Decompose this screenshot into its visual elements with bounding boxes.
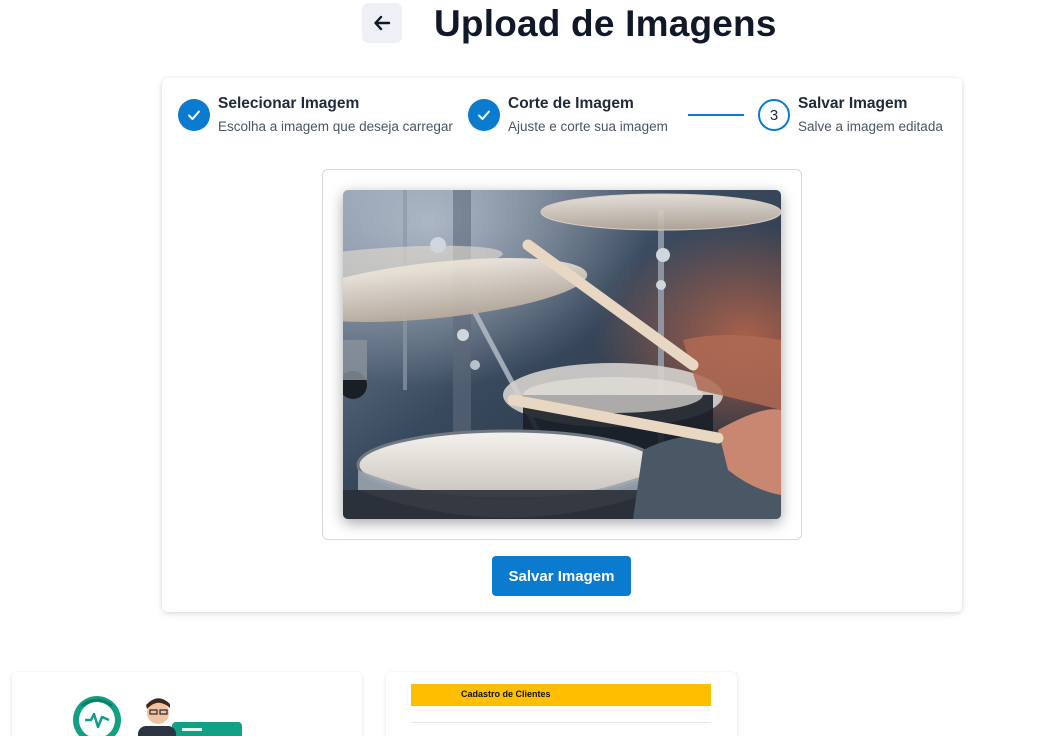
gallery-card-health[interactable] [12, 672, 362, 736]
clientes-banner: Cadastro de Clientes [411, 684, 711, 706]
check-icon [188, 110, 200, 120]
step-subtitle: Escolha a imagem que deseja carregar [218, 119, 453, 134]
page-header: Upload de Imagens [0, 0, 1061, 56]
page-title: Upload de Imagens [434, 3, 777, 44]
step-save-image[interactable]: 3 Salvar Imagem Salve a imagem editada [758, 78, 958, 148]
upload-card: Selecionar Imagem Escolha a imagem que d… [162, 78, 962, 612]
gallery-card-clientes[interactable]: Cadastro de Clientes [386, 672, 737, 736]
step-title: Selecionar Imagem [218, 95, 360, 112]
step-connector [688, 114, 744, 116]
check-icon [478, 110, 490, 120]
step-done-badge [178, 99, 210, 131]
step-crop-image[interactable]: Corte de Imagem Ajuste e corte sua image… [468, 78, 688, 148]
arrow-left-icon [374, 15, 391, 31]
back-button[interactable] [362, 3, 402, 43]
save-image-button[interactable]: Salvar Imagem [492, 556, 631, 596]
health-illustration [73, 696, 242, 736]
edited-image-preview [343, 190, 781, 519]
step-title: Salvar Imagem [798, 95, 908, 112]
step-subtitle: Salve a imagem editada [798, 119, 943, 134]
divider [411, 722, 711, 723]
image-preview-frame [322, 169, 802, 540]
step-title: Corte de Imagem [508, 95, 634, 112]
clientes-banner-label: Cadastro de Clientes [461, 689, 551, 699]
step-select-image[interactable]: Selecionar Imagem Escolha a imagem que d… [178, 78, 458, 148]
step-number-badge: 3 [758, 99, 790, 131]
drum-photo [343, 190, 781, 519]
step-done-badge [468, 99, 500, 131]
step-subtitle: Ajuste e corte sua imagem [508, 119, 668, 134]
